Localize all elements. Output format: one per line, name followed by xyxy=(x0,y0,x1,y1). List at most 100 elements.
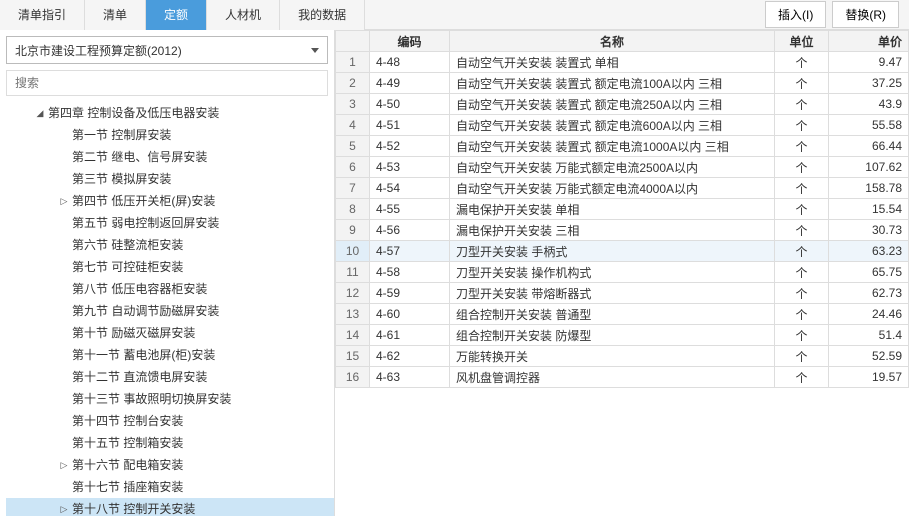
tree-item[interactable]: ▷第四节 低压开关柜(屏)安装 xyxy=(6,190,334,212)
cell-name[interactable]: 风机盘管调控器 xyxy=(450,367,775,388)
cell-name[interactable]: 组合控制开关安装 防爆型 xyxy=(450,325,775,346)
cell-code[interactable]: 4-60 xyxy=(370,304,450,325)
col-unit[interactable]: 单位 xyxy=(775,31,829,52)
cell-name[interactable]: 漏电保护开关安装 单相 xyxy=(450,199,775,220)
cell-code[interactable]: 4-53 xyxy=(370,157,450,178)
cell-name[interactable]: 自动空气开关安装 装置式 单相 xyxy=(450,52,775,73)
cell-unit[interactable]: 个 xyxy=(775,241,829,262)
col-code[interactable]: 编码 xyxy=(370,31,450,52)
cell-unit[interactable]: 个 xyxy=(775,157,829,178)
cell-unit[interactable]: 个 xyxy=(775,346,829,367)
cell-code[interactable]: 4-50 xyxy=(370,94,450,115)
tab-1[interactable]: 清单 xyxy=(85,0,146,30)
cell-price[interactable]: 52.59 xyxy=(829,346,909,367)
cell-price[interactable]: 30.73 xyxy=(829,220,909,241)
tree-item[interactable]: 第五节 弱电控制返回屏安装 xyxy=(6,212,334,234)
tree-item[interactable]: 第一节 控制屏安装 xyxy=(6,124,334,146)
cell-unit[interactable]: 个 xyxy=(775,73,829,94)
cell-code[interactable]: 4-62 xyxy=(370,346,450,367)
tree-item[interactable]: ◢第四章 控制设备及低压电器安装 xyxy=(6,102,334,124)
table-row[interactable]: 74-54自动空气开关安装 万能式额定电流4000A以内个158.78 xyxy=(336,178,909,199)
table-row[interactable]: 104-57刀型开关安装 手柄式个63.23 xyxy=(336,241,909,262)
tree-item[interactable]: 第十一节 蓄电池屏(柜)安装 xyxy=(6,344,334,366)
tree-expand-icon[interactable]: ▷ xyxy=(58,454,70,476)
table-row[interactable]: 54-52自动空气开关安装 装置式 额定电流1000A以内 三相个66.44 xyxy=(336,136,909,157)
table-row[interactable]: 164-63风机盘管调控器个19.57 xyxy=(336,367,909,388)
tree-item[interactable]: 第八节 低压电容器柜安装 xyxy=(6,278,334,300)
cell-code[interactable]: 4-48 xyxy=(370,52,450,73)
tree-item[interactable]: 第七节 可控硅柜安装 xyxy=(6,256,334,278)
cell-name[interactable]: 自动空气开关安装 万能式额定电流4000A以内 xyxy=(450,178,775,199)
table-row[interactable]: 134-60组合控制开关安装 普通型个24.46 xyxy=(336,304,909,325)
cell-price[interactable]: 15.54 xyxy=(829,199,909,220)
cell-code[interactable]: 4-58 xyxy=(370,262,450,283)
cell-unit[interactable]: 个 xyxy=(775,283,829,304)
cell-price[interactable]: 66.44 xyxy=(829,136,909,157)
col-name[interactable]: 名称 xyxy=(450,31,775,52)
tab-0[interactable]: 清单指引 xyxy=(0,0,85,30)
tab-4[interactable]: 我的数据 xyxy=(280,0,365,30)
tree-expand-icon[interactable]: ◢ xyxy=(34,102,46,124)
tree-item[interactable]: 第三节 模拟屏安装 xyxy=(6,168,334,190)
cell-price[interactable]: 24.46 xyxy=(829,304,909,325)
tree-item[interactable]: 第十五节 控制箱安装 xyxy=(6,432,334,454)
cell-name[interactable]: 万能转换开关 xyxy=(450,346,775,367)
cell-unit[interactable]: 个 xyxy=(775,262,829,283)
cell-code[interactable]: 4-59 xyxy=(370,283,450,304)
table-row[interactable]: 154-62万能转换开关个52.59 xyxy=(336,346,909,367)
tab-2[interactable]: 定额 xyxy=(146,0,207,30)
cell-unit[interactable]: 个 xyxy=(775,220,829,241)
table-row[interactable]: 124-59刀型开关安装 带熔断器式个62.73 xyxy=(336,283,909,304)
cell-name[interactable]: 自动空气开关安装 装置式 额定电流100A以内 三相 xyxy=(450,73,775,94)
cell-name[interactable]: 漏电保护开关安装 三相 xyxy=(450,220,775,241)
cell-code[interactable]: 4-63 xyxy=(370,367,450,388)
cell-code[interactable]: 4-51 xyxy=(370,115,450,136)
cell-price[interactable]: 62.73 xyxy=(829,283,909,304)
table-row[interactable]: 64-53自动空气开关安装 万能式额定电流2500A以内个107.62 xyxy=(336,157,909,178)
cell-unit[interactable]: 个 xyxy=(775,367,829,388)
cell-name[interactable]: 刀型开关安装 操作机构式 xyxy=(450,262,775,283)
table-row[interactable]: 94-56漏电保护开关安装 三相个30.73 xyxy=(336,220,909,241)
data-grid[interactable]: 编码 名称 单位 单价 14-48自动空气开关安装 装置式 单相个9.4724-… xyxy=(335,30,909,516)
cell-unit[interactable]: 个 xyxy=(775,325,829,346)
tree-item[interactable]: ▷第十六节 配电箱安装 xyxy=(6,454,334,476)
cell-price[interactable]: 107.62 xyxy=(829,157,909,178)
cell-code[interactable]: 4-54 xyxy=(370,178,450,199)
table-row[interactable]: 114-58刀型开关安装 操作机构式个65.75 xyxy=(336,262,909,283)
cell-price[interactable]: 63.23 xyxy=(829,241,909,262)
cell-unit[interactable]: 个 xyxy=(775,115,829,136)
cell-price[interactable]: 65.75 xyxy=(829,262,909,283)
table-row[interactable]: 24-49自动空气开关安装 装置式 额定电流100A以内 三相个37.25 xyxy=(336,73,909,94)
cell-name[interactable]: 组合控制开关安装 普通型 xyxy=(450,304,775,325)
cell-unit[interactable]: 个 xyxy=(775,94,829,115)
quota-dropdown[interactable]: 北京市建设工程预算定额(2012) xyxy=(6,36,328,64)
tab-3[interactable]: 人材机 xyxy=(207,0,280,30)
tree-item[interactable]: 第十节 励磁灭磁屏安装 xyxy=(6,322,334,344)
tree-item[interactable]: ▷第十八节 控制开关安装 xyxy=(6,498,334,516)
search-input[interactable] xyxy=(6,70,328,96)
cell-price[interactable]: 158.78 xyxy=(829,178,909,199)
tree-expand-icon[interactable]: ▷ xyxy=(58,190,70,212)
cell-unit[interactable]: 个 xyxy=(775,52,829,73)
cell-unit[interactable]: 个 xyxy=(775,304,829,325)
tree-item[interactable]: 第十七节 插座箱安装 xyxy=(6,476,334,498)
tree-item[interactable]: 第九节 自动调节励磁屏安装 xyxy=(6,300,334,322)
table-row[interactable]: 34-50自动空气开关安装 装置式 额定电流250A以内 三相个43.9 xyxy=(336,94,909,115)
col-price[interactable]: 单价 xyxy=(829,31,909,52)
tree-view[interactable]: ◢第四章 控制设备及低压电器安装第一节 控制屏安装第二节 继电、信号屏安装第三节… xyxy=(0,102,334,516)
cell-name[interactable]: 刀型开关安装 手柄式 xyxy=(450,241,775,262)
cell-price[interactable]: 51.4 xyxy=(829,325,909,346)
cell-price[interactable]: 37.25 xyxy=(829,73,909,94)
cell-price[interactable]: 43.9 xyxy=(829,94,909,115)
table-row[interactable]: 14-48自动空气开关安装 装置式 单相个9.47 xyxy=(336,52,909,73)
cell-name[interactable]: 自动空气开关安装 装置式 额定电流1000A以内 三相 xyxy=(450,136,775,157)
cell-code[interactable]: 4-49 xyxy=(370,73,450,94)
cell-code[interactable]: 4-57 xyxy=(370,241,450,262)
cell-price[interactable]: 55.58 xyxy=(829,115,909,136)
cell-unit[interactable]: 个 xyxy=(775,136,829,157)
table-row[interactable]: 84-55漏电保护开关安装 单相个15.54 xyxy=(336,199,909,220)
table-row[interactable]: 144-61组合控制开关安装 防爆型个51.4 xyxy=(336,325,909,346)
cell-code[interactable]: 4-52 xyxy=(370,136,450,157)
tree-item[interactable]: 第二节 继电、信号屏安装 xyxy=(6,146,334,168)
tree-item[interactable]: 第十三节 事故照明切换屏安装 xyxy=(6,388,334,410)
